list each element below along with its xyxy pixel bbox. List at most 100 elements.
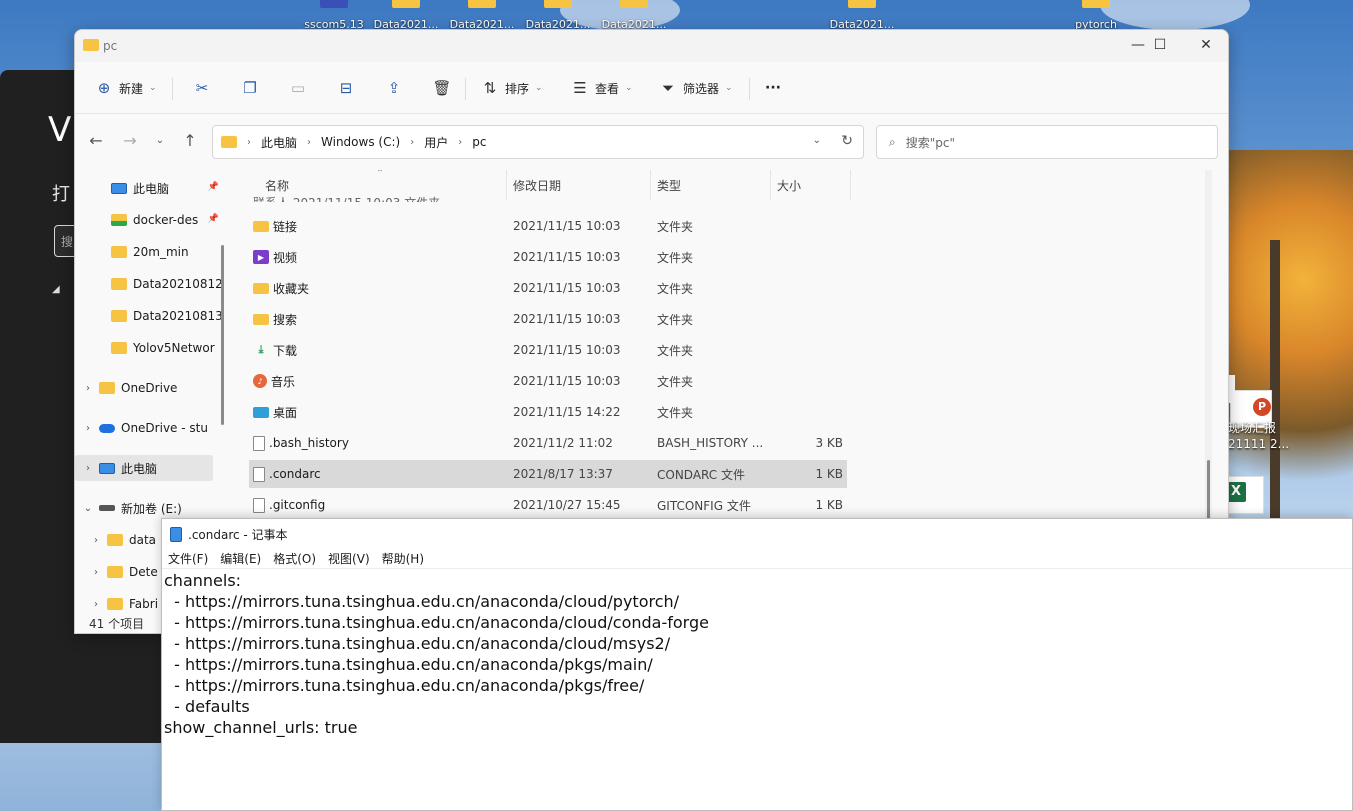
filter-button[interactable]: ⏷ 筛选器 ⌄ <box>655 74 737 102</box>
chevron-right-icon: › <box>307 136 312 148</box>
menu-view[interactable]: 视图(V) <box>328 550 370 567</box>
file-row[interactable]: .bash_history 2021/11/2 11:02 BASH_HISTO… <box>249 429 847 457</box>
cut-button[interactable]: ✂ <box>189 74 215 102</box>
chevron-right-icon: › <box>247 136 251 148</box>
close-button[interactable]: ✕ <box>1183 30 1228 62</box>
notepad-icon <box>170 526 182 542</box>
chevron-down-icon: ⌄ <box>149 83 157 93</box>
sort-button[interactable]: ⇅ 排序 ⌄ <box>477 74 547 102</box>
pin-icon: 📌 <box>207 214 219 224</box>
chevron-down-icon[interactable]: ⌄ <box>813 135 821 146</box>
chevron-right-icon[interactable]: › <box>89 535 103 546</box>
address-bar[interactable]: › 此电脑 › Windows (C:) › 用户 › pc ⌄ ↻ <box>212 125 864 159</box>
file-type: 文件夹 <box>657 343 694 358</box>
file-row-selected[interactable]: .condarc 2021/8/17 13:37 CONDARC 文件 1 KB <box>249 460 847 488</box>
explorer-titlebar[interactable]: pc — ☐ ✕ <box>75 30 1228 62</box>
menu-edit[interactable]: 编辑(E) <box>220 550 261 567</box>
new-label: 新建 <box>119 81 144 96</box>
nav-item-label: Yolov5Networ <box>133 341 215 355</box>
folder-icon <box>107 566 123 578</box>
breadcrumb-item[interactable]: 此电脑 <box>261 134 297 151</box>
chevron-right-icon[interactable]: › <box>81 383 95 394</box>
download-icon: ⤓ <box>258 343 264 356</box>
chevron-right-icon[interactable]: › <box>81 463 95 474</box>
file-row[interactable]: ▶ 视频 2021/11/15 10:03 文件夹 <box>249 243 847 271</box>
file-row[interactable]: ♪ 音乐 2021/11/15 10:03 文件夹 <box>249 367 847 395</box>
new-button[interactable]: ⊕ 新建 ⌄ <box>91 74 161 102</box>
forward-button[interactable]: → <box>119 131 141 151</box>
nav-item-onedrive-stu[interactable]: › OneDrive - stu <box>75 415 221 441</box>
file-name: .condarc <box>269 467 321 481</box>
folder-icon <box>253 220 269 232</box>
nav-item-data20210812[interactable]: Data20210812 <box>75 271 221 297</box>
rename-button[interactable]: ⊟ <box>333 74 359 102</box>
delete-button[interactable]: 🗑 <box>429 74 455 102</box>
maximize-button[interactable]: ☐ <box>1137 30 1183 62</box>
nav-item-20m-min[interactable]: 20m_min <box>75 239 221 265</box>
chevron-right-icon[interactable]: › <box>89 599 103 610</box>
file-date: 2021/11/15 10:03 <box>513 343 621 357</box>
chevron-down-icon: ⌄ <box>725 83 733 93</box>
folder-icon <box>253 313 269 325</box>
file-type: 文件夹 <box>657 281 694 296</box>
pin-icon: 📌 <box>207 182 219 192</box>
menu-help[interactable]: 帮助(H) <box>382 550 424 567</box>
folder-icon <box>99 382 115 394</box>
menu-format[interactable]: 格式(O) <box>273 550 316 567</box>
file-type: 文件夹 <box>657 312 694 327</box>
file-type: 文件夹 <box>657 374 694 389</box>
file-date: 2021/11/15 10:03 <box>513 250 621 264</box>
wallpaper-trunk <box>1270 240 1280 520</box>
notepad-text-area[interactable]: channels: - https://mirrors.tuna.tsinghu… <box>164 570 1349 808</box>
nav-item-label: Data20210813 <box>133 309 221 323</box>
nav-item-data20210813[interactable]: Data20210813 <box>75 303 221 329</box>
breadcrumb-item[interactable]: Windows (C:) <box>321 135 400 149</box>
notepad-title: .condarc - 记事本 <box>188 527 288 542</box>
paste-button[interactable]: ▭ <box>285 74 311 102</box>
more-options-button[interactable]: ··· <box>761 74 785 102</box>
chevron-right-icon[interactable]: › <box>89 567 103 578</box>
column-header-label: 类型 <box>657 178 682 193</box>
nav-item-this-pc-pinned[interactable]: 此电脑 📌 <box>75 175 221 201</box>
up-button[interactable]: ↑ <box>179 131 201 151</box>
nav-item-yolov5[interactable]: Yolov5Networ <box>75 335 221 361</box>
cloud-icon <box>99 423 115 433</box>
column-header-label: 修改日期 <box>513 178 562 193</box>
file-name: 搜索 <box>273 312 298 327</box>
file-date: 2021/11/15 10:03 <box>513 312 621 326</box>
copy-button[interactable]: ❐ <box>237 74 263 102</box>
refresh-icon[interactable]: ↻ <box>841 133 853 149</box>
file-row[interactable]: 搜索 2021/11/15 10:03 文件夹 <box>249 305 847 333</box>
breadcrumb-item[interactable]: pc <box>472 135 486 149</box>
file-date: 2021/11/15 10:03 <box>513 374 621 388</box>
expand-triangle-icon[interactable]: ◢ <box>52 284 60 295</box>
view-button[interactable]: ☰ 查看 ⌄ <box>567 74 637 102</box>
recent-dropdown[interactable]: ⌄ <box>149 131 171 151</box>
file-row[interactable]: ⤓ 下载 2021/11/15 10:03 文件夹 <box>249 336 847 364</box>
file-row[interactable]: 链接 2021/11/15 10:03 文件夹 <box>249 212 847 240</box>
chevron-down-icon[interactable]: ⌄ <box>81 503 95 514</box>
nav-scrollbar[interactable] <box>221 245 224 425</box>
chevron-right-icon[interactable]: › <box>81 423 95 434</box>
notepad-titlebar[interactable]: .condarc - 记事本 <box>162 519 1352 549</box>
share-button[interactable]: ⇪ <box>381 74 407 102</box>
copy-icon: ❐ <box>243 79 257 97</box>
file-row[interactable]: .gitconfig 2021/10/27 15:45 GITCONFIG 文件… <box>249 491 847 519</box>
file-row[interactable]: 桌面 2021/11/15 14:22 文件夹 <box>249 398 847 426</box>
trash-icon: 🗑 <box>432 79 452 97</box>
search-input[interactable]: ⌕ 搜索"pc" <box>876 125 1218 159</box>
nav-item-this-pc[interactable]: › 此电脑 <box>75 455 213 481</box>
nav-item-docker[interactable]: docker-des 📌 <box>75 207 221 233</box>
folder-icon <box>221 136 237 148</box>
toolbar-divider <box>465 78 466 100</box>
back-button[interactable]: ← <box>85 131 107 151</box>
nav-item-label: 此电脑 <box>133 181 170 196</box>
folder-icon <box>111 278 127 290</box>
nav-item-label: Dete <box>129 565 158 579</box>
menu-file[interactable]: 文件(F) <box>168 550 208 567</box>
nav-item-onedrive[interactable]: › OneDrive <box>75 375 221 401</box>
file-name: 桌面 <box>273 405 298 420</box>
breadcrumb-item[interactable]: 用户 <box>424 134 448 151</box>
drive-icon <box>99 505 115 511</box>
file-row[interactable]: 收藏夹 2021/11/15 10:03 文件夹 <box>249 274 847 302</box>
